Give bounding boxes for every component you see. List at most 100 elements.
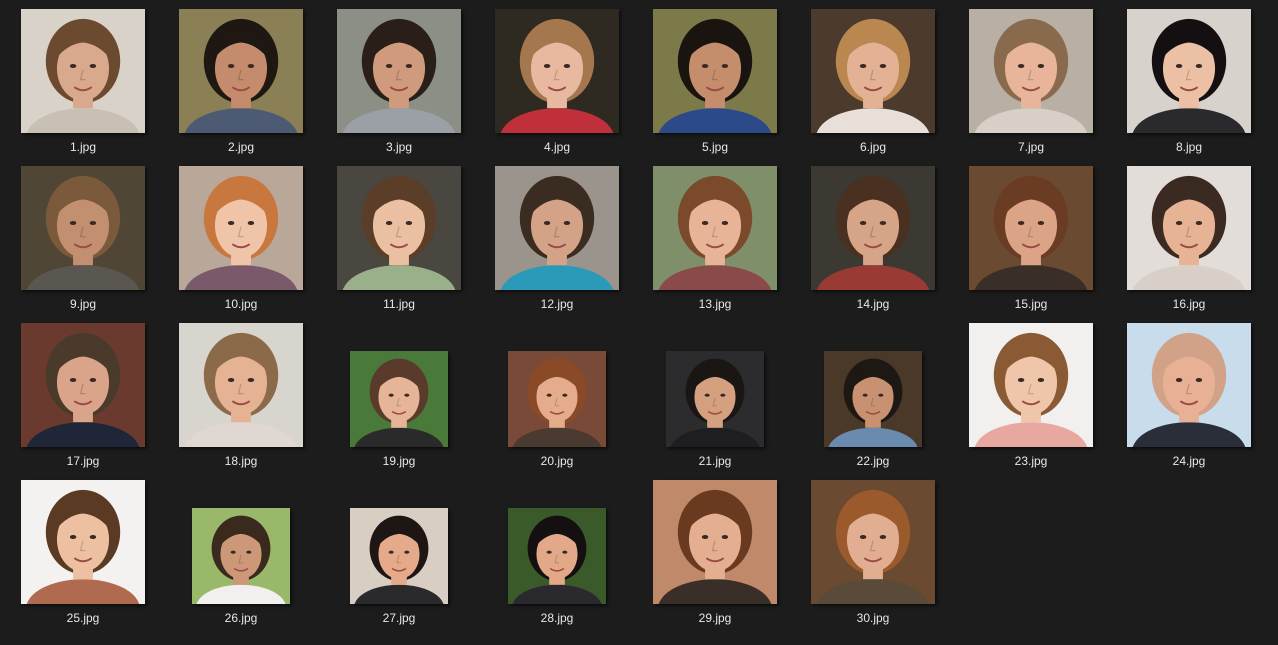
file-name-label[interactable]: 1.jpg <box>4 139 162 155</box>
file-name-label[interactable]: 26.jpg <box>162 610 320 626</box>
face-photo-thumbnail[interactable] <box>179 323 303 447</box>
file-item[interactable]: 6.jpg <box>794 6 952 163</box>
file-item[interactable]: 23.jpg <box>952 320 1110 477</box>
file-name-label[interactable]: 25.jpg <box>4 610 162 626</box>
file-item[interactable]: 26.jpg <box>162 477 320 634</box>
face-photo-thumbnail[interactable] <box>508 508 606 604</box>
face-photo-thumbnail[interactable] <box>21 9 145 133</box>
file-item[interactable]: 1.jpg <box>4 6 162 163</box>
thumbnail-frame <box>969 166 1093 290</box>
file-name-label[interactable]: 10.jpg <box>162 296 320 312</box>
file-name-label[interactable]: 22.jpg <box>794 453 952 469</box>
face-photo-thumbnail[interactable] <box>337 9 461 133</box>
file-item[interactable]: 4.jpg <box>478 6 636 163</box>
portrait-image <box>508 351 606 447</box>
face-photo-thumbnail[interactable] <box>653 480 777 604</box>
thumbnail-frame <box>653 480 777 604</box>
file-item[interactable]: 17.jpg <box>4 320 162 477</box>
file-name-label[interactable]: 13.jpg <box>636 296 794 312</box>
file-item[interactable]: 9.jpg <box>4 163 162 320</box>
portrait-image <box>666 351 764 447</box>
file-name-label[interactable]: 29.jpg <box>636 610 794 626</box>
file-item[interactable]: 2.jpg <box>162 6 320 163</box>
file-item[interactable]: 12.jpg <box>478 163 636 320</box>
file-item[interactable]: 13.jpg <box>636 163 794 320</box>
file-name-label[interactable]: 28.jpg <box>478 610 636 626</box>
file-name-label[interactable]: 8.jpg <box>1110 139 1268 155</box>
file-name-label[interactable]: 17.jpg <box>4 453 162 469</box>
file-name-label[interactable]: 11.jpg <box>320 296 478 312</box>
file-item[interactable]: 18.jpg <box>162 320 320 477</box>
file-name-label[interactable]: 30.jpg <box>794 610 952 626</box>
face-photo-thumbnail[interactable] <box>350 508 448 604</box>
face-photo-thumbnail[interactable] <box>1127 9 1251 133</box>
thumbnail-frame <box>811 323 935 447</box>
face-photo-thumbnail[interactable] <box>811 9 935 133</box>
file-name-label[interactable]: 27.jpg <box>320 610 478 626</box>
file-item[interactable]: 11.jpg <box>320 163 478 320</box>
face-photo-thumbnail[interactable] <box>969 9 1093 133</box>
file-item[interactable]: 5.jpg <box>636 6 794 163</box>
face-photo-thumbnail[interactable] <box>21 166 145 290</box>
face-photo-thumbnail[interactable] <box>21 323 145 447</box>
file-item[interactable]: 27.jpg <box>320 477 478 634</box>
face-photo-thumbnail[interactable] <box>337 166 461 290</box>
thumbnail-frame <box>811 9 935 133</box>
face-photo-thumbnail[interactable] <box>969 323 1093 447</box>
file-name-label[interactable]: 24.jpg <box>1110 453 1268 469</box>
file-item[interactable]: 3.jpg <box>320 6 478 163</box>
file-item[interactable]: 30.jpg <box>794 477 952 634</box>
face-photo-thumbnail[interactable] <box>653 9 777 133</box>
face-photo-thumbnail[interactable] <box>653 166 777 290</box>
face-photo-thumbnail[interactable] <box>179 9 303 133</box>
file-item[interactable]: 15.jpg <box>952 163 1110 320</box>
file-name-label[interactable]: 15.jpg <box>952 296 1110 312</box>
portrait-image <box>21 480 145 604</box>
file-item[interactable]: 10.jpg <box>162 163 320 320</box>
face-photo-thumbnail[interactable] <box>969 166 1093 290</box>
face-photo-thumbnail[interactable] <box>1127 323 1251 447</box>
portrait-image <box>969 9 1093 133</box>
face-photo-thumbnail[interactable] <box>495 9 619 133</box>
file-name-label[interactable]: 12.jpg <box>478 296 636 312</box>
face-photo-thumbnail[interactable] <box>666 351 764 447</box>
file-name-label[interactable]: 2.jpg <box>162 139 320 155</box>
file-name-label[interactable]: 23.jpg <box>952 453 1110 469</box>
thumbnail-frame <box>495 9 619 133</box>
file-item[interactable]: 16.jpg <box>1110 163 1268 320</box>
file-item[interactable]: 22.jpg <box>794 320 952 477</box>
file-item[interactable]: 24.jpg <box>1110 320 1268 477</box>
file-item[interactable]: 19.jpg <box>320 320 478 477</box>
file-item[interactable]: 28.jpg <box>478 477 636 634</box>
face-photo-thumbnail[interactable] <box>811 166 935 290</box>
file-name-label[interactable]: 20.jpg <box>478 453 636 469</box>
file-name-label[interactable]: 7.jpg <box>952 139 1110 155</box>
face-photo-thumbnail[interactable] <box>192 508 290 604</box>
face-photo-thumbnail[interactable] <box>350 351 448 447</box>
file-name-label[interactable]: 16.jpg <box>1110 296 1268 312</box>
file-item[interactable]: 21.jpg <box>636 320 794 477</box>
file-item[interactable]: 8.jpg <box>1110 6 1268 163</box>
face-photo-thumbnail[interactable] <box>1127 166 1251 290</box>
file-name-label[interactable]: 9.jpg <box>4 296 162 312</box>
file-name-label[interactable]: 4.jpg <box>478 139 636 155</box>
file-item[interactable]: 20.jpg <box>478 320 636 477</box>
file-name-label[interactable]: 3.jpg <box>320 139 478 155</box>
file-name-label[interactable]: 21.jpg <box>636 453 794 469</box>
face-photo-thumbnail[interactable] <box>179 166 303 290</box>
file-item[interactable]: 14.jpg <box>794 163 952 320</box>
file-item[interactable]: 25.jpg <box>4 477 162 634</box>
face-photo-thumbnail[interactable] <box>811 480 935 604</box>
face-photo-thumbnail[interactable] <box>824 351 922 447</box>
file-name-label[interactable]: 19.jpg <box>320 453 478 469</box>
face-photo-thumbnail[interactable] <box>495 166 619 290</box>
face-photo-thumbnail[interactable] <box>21 480 145 604</box>
file-name-label[interactable]: 6.jpg <box>794 139 952 155</box>
thumbnail-frame <box>179 166 303 290</box>
file-item[interactable]: 7.jpg <box>952 6 1110 163</box>
face-photo-thumbnail[interactable] <box>508 351 606 447</box>
file-name-label[interactable]: 5.jpg <box>636 139 794 155</box>
file-name-label[interactable]: 14.jpg <box>794 296 952 312</box>
file-name-label[interactable]: 18.jpg <box>162 453 320 469</box>
file-item[interactable]: 29.jpg <box>636 477 794 634</box>
